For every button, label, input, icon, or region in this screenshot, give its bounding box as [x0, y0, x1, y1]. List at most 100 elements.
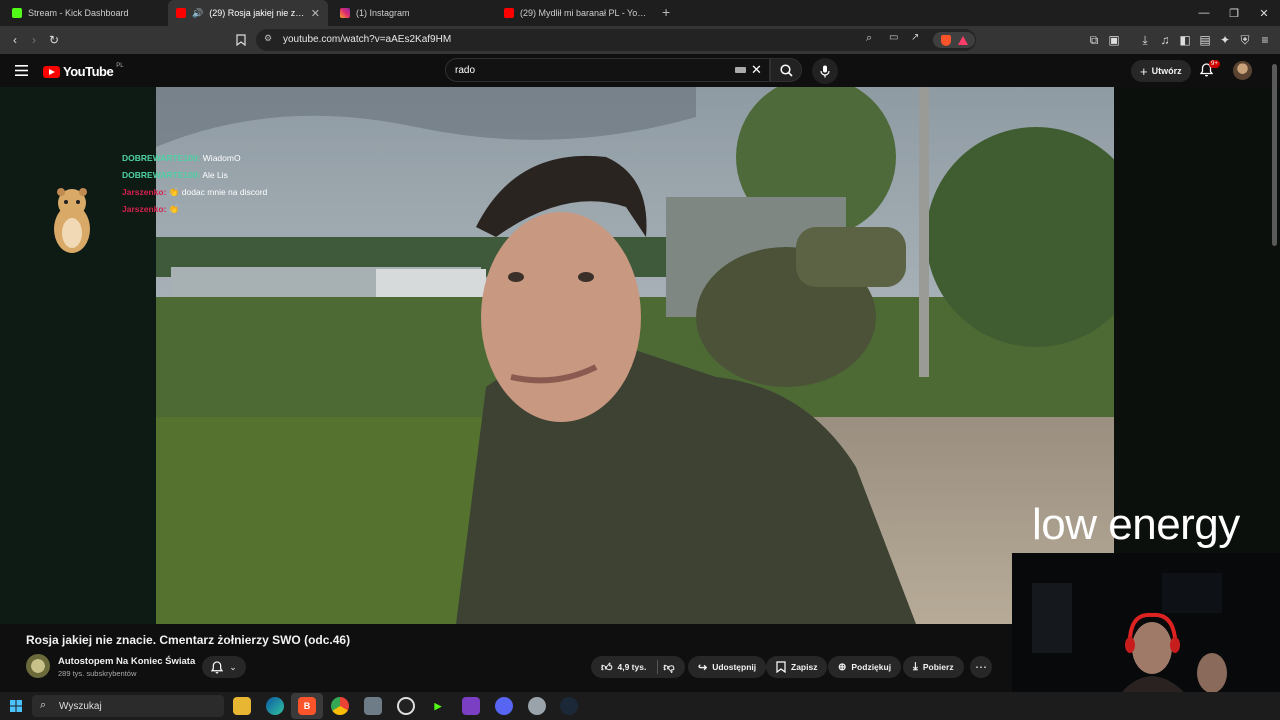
hamburger-menu-icon[interactable] — [15, 65, 28, 76]
chat-app-icon[interactable] — [462, 697, 480, 715]
bookmark-icon[interactable] — [233, 32, 249, 48]
extensions-icon[interactable]: ⧉ — [1086, 32, 1102, 48]
thumbs-up-icon: 👍︎ — [601, 661, 613, 674]
leo-ai-icon[interactable]: ✦ — [1217, 32, 1233, 48]
plus-icon: + — [1140, 63, 1148, 79]
save-button[interactable]: Zapisz — [766, 656, 828, 678]
youtube-masthead: YouTube PL rado ✕ + Utwórz 9+ — [0, 54, 1280, 87]
voice-search-button[interactable] — [812, 58, 838, 84]
chrome-icon[interactable] — [331, 697, 349, 715]
stream-caption: low energy — [1032, 500, 1240, 549]
brave-rewards-icon[interactable] — [957, 35, 968, 45]
thumbs-down-icon[interactable]: 👎︎ — [663, 661, 674, 674]
screen: Stream - Kick Dashboard 🔊 (29) Rosja jak… — [0, 0, 1280, 720]
taskbar-search[interactable]: ⌕ Wyszukaj — [32, 695, 224, 717]
thanks-label: Podziękuj — [851, 662, 892, 672]
video-player[interactable] — [156, 87, 1114, 624]
file-explorer-icon[interactable] — [233, 697, 251, 715]
zoom-icon[interactable]: ⌕ — [866, 32, 872, 45]
subscribed-notifications-button[interactable]: ⌄ — [202, 656, 246, 678]
clear-search-icon[interactable]: ✕ — [751, 62, 762, 78]
more-icon: ⋯ — [975, 660, 987, 674]
chat-username: Jarszenko: — [122, 187, 167, 197]
taskbar-search-placeholder: Wyszukaj — [59, 701, 102, 712]
windows-taskbar: ⌕ Wyszukaj B ▶ — [0, 692, 1280, 720]
save-label: Zapisz — [791, 662, 818, 672]
tab-kick-dashboard[interactable]: Stream - Kick Dashboard — [4, 0, 164, 26]
downloads-icon[interactable]: ⤓ — [1137, 32, 1153, 48]
cast-icon[interactable]: ▭ — [889, 32, 898, 43]
video-frame — [156, 87, 1114, 624]
share-page-icon[interactable]: ↗ — [911, 32, 919, 43]
forward-icon[interactable]: › — [26, 32, 42, 48]
menu-icon[interactable]: ≡ — [1257, 32, 1273, 48]
sidebar-icon[interactable]: ◧ — [1177, 32, 1193, 48]
restore-icon[interactable]: ❐ — [1217, 0, 1251, 26]
microphone-icon — [820, 65, 830, 77]
youtube-logo[interactable]: YouTube PL — [43, 63, 124, 79]
wallet-icon[interactable]: ▤ — [1197, 32, 1213, 48]
super-thanks-icon: ⊕ — [838, 661, 847, 673]
download-button[interactable]: ⤓ Pobierz — [903, 656, 964, 678]
tab-instagram[interactable]: (1) Instagram — [332, 0, 492, 26]
tab-youtube-active[interactable]: 🔊 (29) Rosja jakiej nie znacie. Cm ✕ — [168, 0, 328, 26]
media-icon[interactable]: ♫ — [1157, 32, 1173, 48]
chat-text: Ale Lis — [202, 170, 228, 180]
like-button[interactable]: 👍︎ 4,9 tys. 👎︎ — [591, 656, 685, 678]
more-actions-button[interactable]: ⋯ — [970, 656, 992, 678]
account-avatar[interactable] — [1233, 61, 1252, 80]
close-window-icon[interactable]: ✕ — [1247, 0, 1280, 26]
kick-favicon-icon — [12, 8, 22, 18]
browser-tab-strip: Stream - Kick Dashboard 🔊 (29) Rosja jak… — [0, 0, 1280, 26]
search-icon: ⌕ — [40, 699, 47, 711]
close-tab-icon[interactable]: ✕ — [311, 7, 320, 20]
stream-chat-overlay: DOBREWARTE100: WiadomO DOBREWARTE100: Al… — [122, 150, 267, 218]
speaker-icon[interactable]: 🔊 — [192, 8, 203, 19]
brave-icon[interactable]: B — [298, 697, 316, 715]
keyboard-icon[interactable] — [735, 67, 746, 73]
vpn-icon[interactable]: ⛨ — [1237, 32, 1253, 48]
tab-youtube-2[interactable]: (29) Mydlił mi baranał PL - YouTube — [496, 0, 656, 26]
thanks-button[interactable]: ⊕ Podziękuj — [828, 656, 902, 678]
instagram-favicon-icon — [340, 8, 350, 18]
subscriber-count: 289 tys. subskrybentów — [58, 669, 137, 678]
wallet-tab-icon[interactable]: ▣ — [1106, 32, 1122, 48]
address-bar[interactable]: ⚙ youtube.com/watch?v=aAEs2Kaf9HM ⌕ ▭ ↗ — [256, 29, 976, 51]
edge-icon[interactable] — [266, 697, 284, 715]
channel-name[interactable]: Autostopem Na Koniec Świata — [58, 656, 195, 667]
search-icon — [779, 63, 793, 77]
chevron-down-icon: ⌄ — [229, 661, 237, 672]
app-icon[interactable] — [364, 697, 382, 715]
bell-icon — [211, 660, 224, 673]
tab-title: (1) Instagram — [356, 8, 410, 18]
page-scrollbar[interactable] — [1272, 64, 1277, 246]
app-icon-2[interactable] — [528, 697, 546, 715]
share-icon: ↪ — [698, 661, 708, 674]
windows-start-icon[interactable] — [10, 700, 22, 712]
site-info-icon[interactable]: ⚙ — [264, 33, 272, 44]
youtube-favicon-icon — [176, 8, 186, 18]
save-icon — [776, 661, 786, 673]
reload-icon[interactable]: ↻ — [46, 32, 62, 48]
youtube-wordmark: YouTube — [63, 64, 114, 79]
chat-username: Jarszenko: — [122, 204, 167, 214]
video-title: Rosja jakiej nie znacie. Cmentarz żołnie… — [26, 633, 351, 647]
brave-shield-icon[interactable] — [940, 34, 951, 46]
chat-text: 👏 — [168, 204, 180, 214]
new-tab-button[interactable]: + — [662, 4, 670, 20]
channel-avatar[interactable] — [26, 654, 50, 678]
streaming-app-icon[interactable]: ▶ — [429, 697, 447, 715]
steam-icon[interactable] — [560, 697, 578, 715]
minimize-icon[interactable]: — — [1187, 0, 1221, 26]
download-icon: ⤓ — [913, 660, 918, 673]
back-icon[interactable]: ‹ — [7, 32, 23, 48]
brave-shields[interactable] — [933, 32, 975, 48]
search-input[interactable]: rado ✕ — [445, 58, 770, 82]
search-button[interactable] — [770, 58, 802, 82]
tab-title: Stream - Kick Dashboard — [28, 8, 129, 18]
discord-icon[interactable] — [495, 697, 513, 715]
youtube-play-icon — [43, 65, 60, 78]
obs-icon[interactable] — [397, 697, 415, 715]
share-button[interactable]: ↪ Udostępnij — [688, 656, 767, 678]
create-button[interactable]: + Utwórz — [1131, 60, 1191, 82]
